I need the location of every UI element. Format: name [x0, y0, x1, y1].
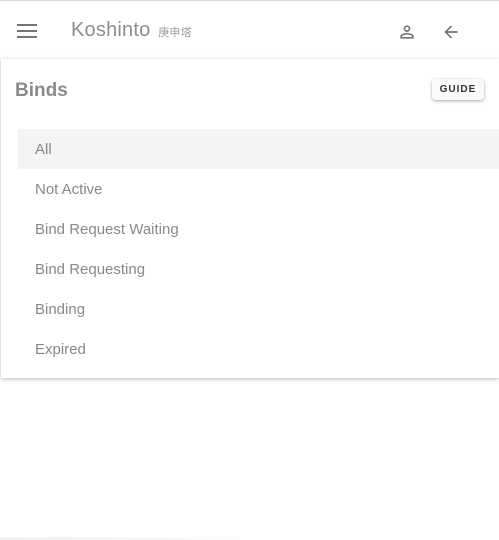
filter-item-binding[interactable]: Binding	[18, 289, 499, 329]
menu-icon	[17, 24, 37, 38]
app-title: Koshinto 庚申塔	[71, 19, 192, 42]
guide-button[interactable]: GUIDE	[432, 79, 484, 100]
back-button[interactable]	[435, 16, 467, 48]
app-subtitle: 庚申塔	[158, 27, 192, 39]
app-title-text: Koshinto	[71, 19, 151, 41]
arrow-back-icon	[444, 25, 458, 39]
page: Koshinto 庚申塔 Binds GUIDE All Not Active …	[0, 0, 499, 540]
person-icon	[400, 25, 414, 39]
filter-item-all[interactable]: All	[18, 129, 499, 169]
account-button[interactable]	[391, 16, 423, 48]
filter-item-bind-request-waiting[interactable]: Bind Request Waiting	[18, 209, 499, 249]
binds-card: Binds GUIDE All Not Active Bind Request …	[1, 59, 499, 378]
menu-button[interactable]	[10, 15, 44, 47]
filter-item-bind-requesting[interactable]: Bind Requesting	[18, 249, 499, 289]
card-title: Binds	[15, 80, 68, 101]
filter-item-not-active[interactable]: Not Active	[18, 169, 499, 209]
top-app-bar: Koshinto 庚申塔	[0, 0, 499, 59]
bind-filter-list: All Not Active Bind Request Waiting Bind…	[18, 129, 499, 369]
filter-item-expired[interactable]: Expired	[18, 329, 499, 369]
